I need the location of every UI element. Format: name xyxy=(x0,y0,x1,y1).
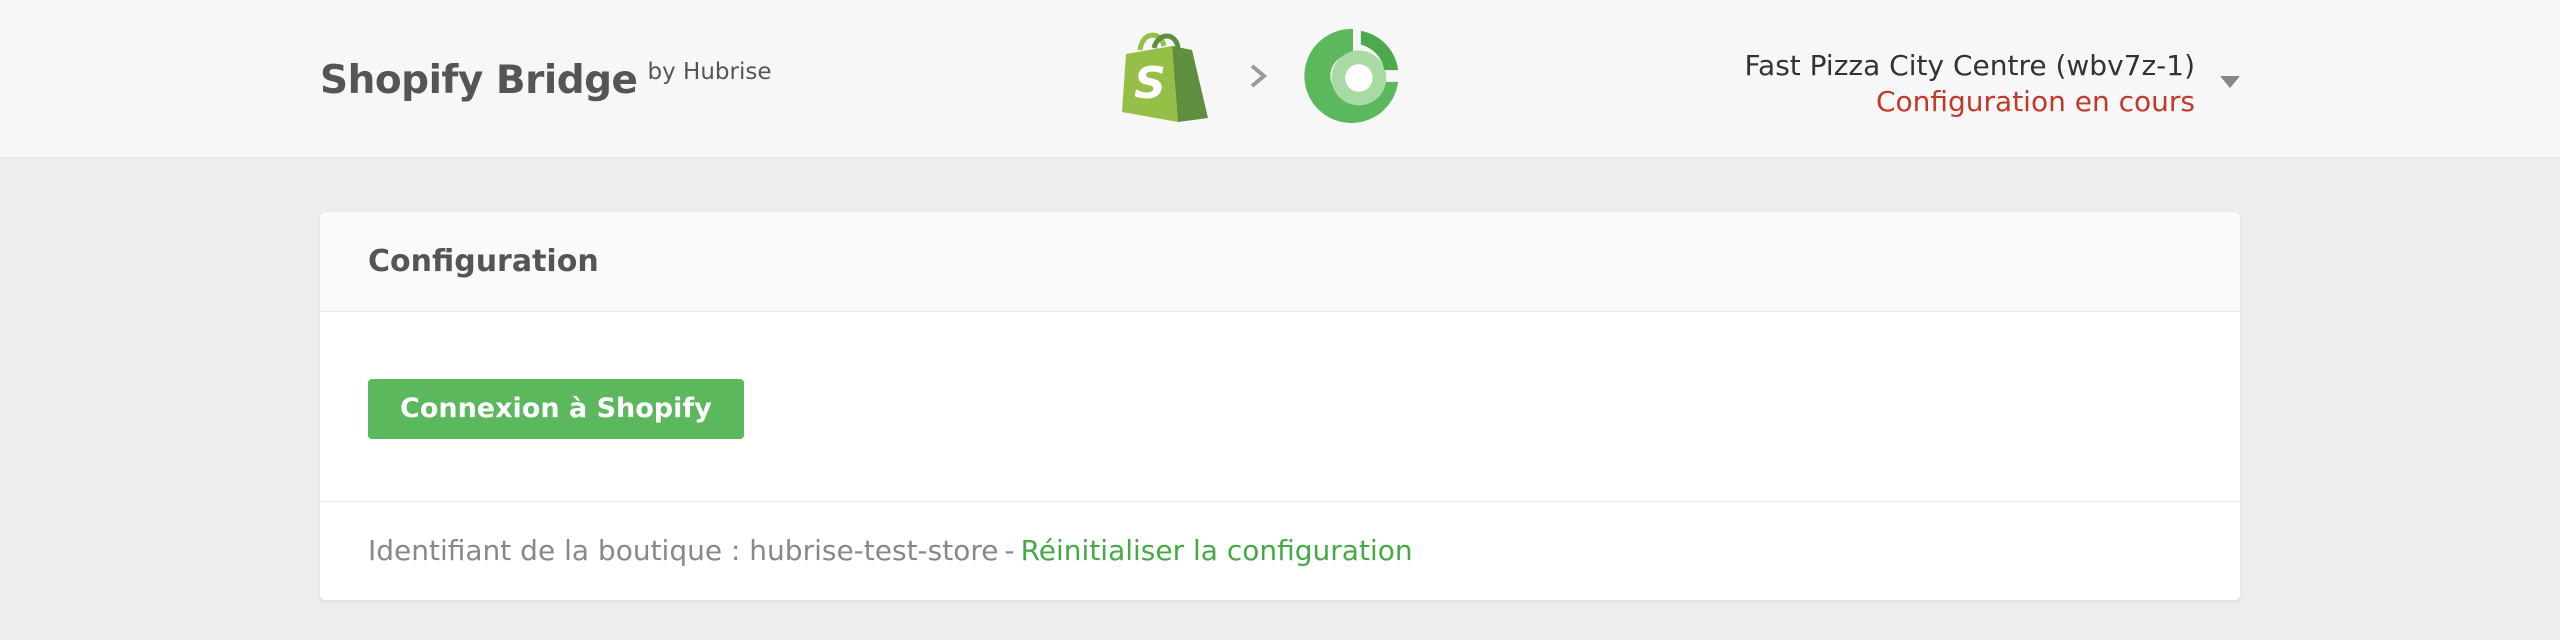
top-bar: Shopify Bridge by Hubrise S Fast Pizza C… xyxy=(0,0,2560,158)
footer-separator: - xyxy=(1004,533,1015,567)
card-title: Configuration xyxy=(368,244,599,279)
svg-text:S: S xyxy=(1134,58,1166,109)
app-subtitle: by Hubrise xyxy=(647,59,772,85)
card-body: Connexion à Shopify xyxy=(320,312,2240,502)
brand: Shopify Bridge by Hubrise xyxy=(320,58,772,103)
configuration-card: Configuration Connexion à Shopify Identi… xyxy=(320,212,2240,600)
app-title: Shopify Bridge xyxy=(320,58,638,103)
chevron-right-icon xyxy=(1250,64,1268,88)
caret-down-icon[interactable] xyxy=(2220,76,2240,88)
account-name: Fast Pizza City Centre (wbv7z-1) xyxy=(1744,49,2196,82)
configuration-status: Configuration en cours xyxy=(1875,85,2195,118)
reset-configuration-link[interactable]: Réinitialiser la configuration xyxy=(1021,534,1413,567)
shopify-bag-icon: S xyxy=(1122,32,1208,122)
hubrise-ring-icon xyxy=(1304,28,1399,124)
card-footer: Identifiant de la boutique : hubrise-tes… xyxy=(320,502,2240,598)
account-selector[interactable]: Fast Pizza City Centre (wbv7z-1) Configu… xyxy=(1744,48,2240,120)
store-identifier: Identifiant de la boutique : hubrise-tes… xyxy=(368,533,999,567)
card-header: Configuration xyxy=(320,212,2240,312)
connect-shopify-button[interactable]: Connexion à Shopify xyxy=(368,378,744,439)
integration-logos: S xyxy=(1120,24,1402,128)
